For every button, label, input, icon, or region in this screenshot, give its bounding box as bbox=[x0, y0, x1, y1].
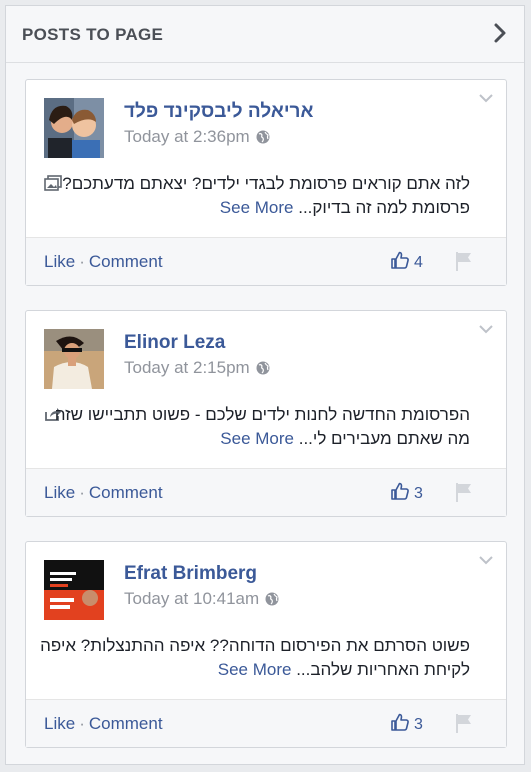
post-timestamp[interactable]: Today at 2:36pm bbox=[124, 127, 250, 147]
post-body-text: מה שאתם מעבירים לי... bbox=[298, 429, 470, 448]
flag-icon[interactable] bbox=[454, 481, 474, 503]
globe-icon bbox=[256, 361, 270, 375]
post-body-text: פרסומת למה זה בדיוק... bbox=[298, 198, 470, 217]
post-body-line: פרסומת למה זה בדיוק... See More bbox=[40, 196, 470, 220]
like-count-value: 3 bbox=[414, 485, 423, 502]
post-card: Efrat Brimberg Today at 10:41am פשוט הסר… bbox=[25, 541, 507, 748]
thumbs-up-icon bbox=[391, 713, 409, 731]
post-footer: Like · Comment 3 bbox=[26, 699, 506, 747]
post-body-line: פשוט הסרתם את הפירסום הדוחה?? איפה ההתנצ… bbox=[40, 636, 470, 655]
chevron-down-icon[interactable] bbox=[478, 323, 494, 335]
post-timestamp[interactable]: Today at 2:15pm bbox=[124, 358, 250, 378]
post-author[interactable]: אריאלה ליבסקינד פלד bbox=[124, 101, 313, 123]
thumbs-up-icon bbox=[391, 251, 409, 269]
see-more-link[interactable]: See More bbox=[220, 429, 294, 448]
chevron-down-icon[interactable] bbox=[478, 92, 494, 104]
post-body-line: לקיחת האחריות שלהב... See More bbox=[40, 658, 470, 682]
post-actions: Like · Comment bbox=[44, 252, 163, 272]
like-count[interactable]: 4 bbox=[390, 250, 423, 271]
flag-icon[interactable] bbox=[454, 712, 474, 734]
separator-dot: · bbox=[79, 714, 85, 733]
separator-dot: · bbox=[79, 252, 85, 271]
post-card: אריאלה ליבסקינד פלד Today at 2:36pm לזה … bbox=[25, 79, 507, 286]
separator-dot: · bbox=[79, 483, 85, 502]
panel-header: POSTS TO PAGE bbox=[6, 6, 524, 63]
post-card: Elinor Leza Today at 2:15pm הפרסומת החדש… bbox=[25, 310, 507, 517]
avatar[interactable] bbox=[44, 560, 104, 620]
post-actions: Like · Comment bbox=[44, 714, 163, 734]
like-button[interactable]: Like bbox=[44, 252, 75, 271]
post-meta: Today at 2:36pm bbox=[124, 127, 270, 147]
thumbs-up-icon bbox=[391, 482, 409, 500]
post-body-line: הפרסומת החדשה לחנות ילדים שלכם - פשוט תת… bbox=[54, 405, 470, 424]
like-button[interactable]: Like bbox=[44, 714, 75, 733]
chevron-right-icon[interactable] bbox=[490, 22, 510, 44]
comment-button[interactable]: Comment bbox=[89, 483, 163, 502]
posts-to-page-panel: POSTS TO PAGE אריאלה ליבסקינד פלד Today … bbox=[5, 5, 525, 765]
panel-title: POSTS TO PAGE bbox=[22, 25, 164, 44]
comment-button[interactable]: Comment bbox=[89, 714, 163, 733]
post-body: פשוט הסרתם את הפירסום הדוחה?? איפה ההתנצ… bbox=[40, 634, 470, 682]
flag-icon[interactable] bbox=[454, 250, 474, 272]
globe-icon bbox=[265, 592, 279, 606]
avatar[interactable] bbox=[44, 98, 104, 158]
see-more-link[interactable]: See More bbox=[218, 660, 292, 679]
like-count-value: 3 bbox=[414, 716, 423, 733]
post-body: הפרסומת החדשה לחנות ילדים שלכם - פשוט תת… bbox=[40, 403, 470, 451]
post-actions: Like · Comment bbox=[44, 483, 163, 503]
post-meta: Today at 2:15pm bbox=[124, 358, 270, 378]
chevron-down-icon[interactable] bbox=[478, 554, 494, 566]
like-count[interactable]: 3 bbox=[390, 712, 423, 733]
like-count[interactable]: 3 bbox=[390, 481, 423, 502]
post-body-line: לזה אתם קוראים פרסומת לבגדי ילדים? יצאתם… bbox=[62, 174, 470, 193]
post-timestamp[interactable]: Today at 10:41am bbox=[124, 589, 259, 609]
like-count-value: 4 bbox=[414, 254, 423, 271]
globe-icon bbox=[256, 130, 270, 144]
like-button[interactable]: Like bbox=[44, 483, 75, 502]
post-author[interactable]: Elinor Leza bbox=[124, 332, 225, 354]
post-body-line: מה שאתם מעבירים לי... See More bbox=[40, 427, 470, 451]
see-more-link[interactable]: See More bbox=[220, 198, 294, 217]
comment-button[interactable]: Comment bbox=[89, 252, 163, 271]
post-author[interactable]: Efrat Brimberg bbox=[124, 563, 257, 585]
avatar[interactable] bbox=[44, 329, 104, 389]
posts-list: אריאלה ליבסקינד פלד Today at 2:36pm לזה … bbox=[25, 79, 507, 772]
post-footer: Like · Comment 4 bbox=[26, 237, 506, 285]
post-body: לזה אתם קוראים פרסומת לבגדי ילדים? יצאתם… bbox=[40, 172, 470, 220]
post-footer: Like · Comment 3 bbox=[26, 468, 506, 516]
post-meta: Today at 10:41am bbox=[124, 589, 279, 609]
post-body-text: לקיחת האחריות שלהב... bbox=[296, 660, 470, 679]
